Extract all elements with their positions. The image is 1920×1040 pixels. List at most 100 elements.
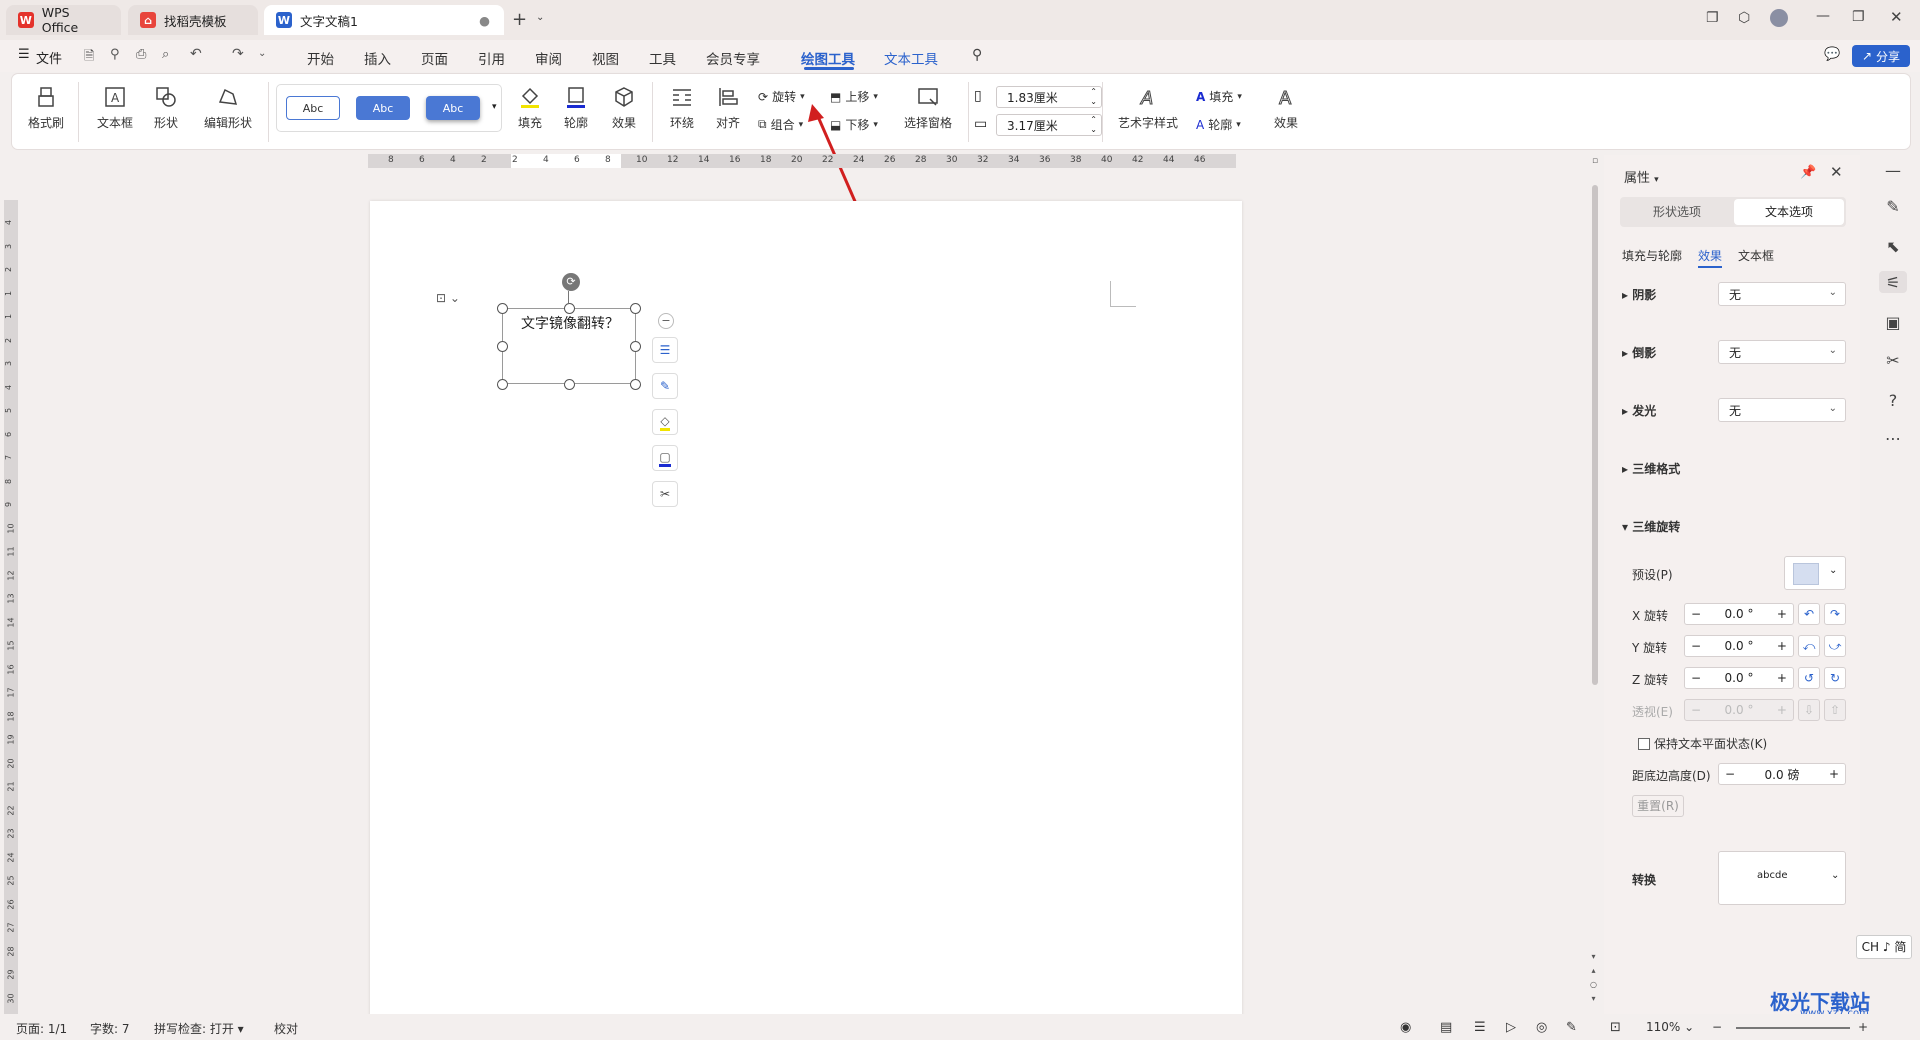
menu-references[interactable]: 引用	[478, 48, 505, 68]
menu-tools[interactable]: 工具	[649, 48, 676, 68]
resize-handle-sw[interactable]	[497, 379, 508, 390]
resize-handle-s[interactable]	[564, 379, 575, 390]
resize-handle-e[interactable]	[630, 341, 641, 352]
format-3d-section[interactable]: ▸ 三维格式	[1622, 460, 1680, 477]
page-count[interactable]: 页面: 1/1	[16, 1020, 67, 1037]
glow-select[interactable]: 无 ⌄	[1718, 398, 1846, 422]
style-sample-outline[interactable]: Abc	[286, 96, 340, 120]
vertical-scrollbar[interactable]	[1592, 185, 1598, 685]
share-button[interactable]: ↗ 分享	[1852, 45, 1910, 67]
float-outline-icon[interactable]: ▢	[652, 445, 678, 471]
gallery-more-icon[interactable]: ▾	[492, 102, 497, 112]
group-button[interactable]: ⧉ 组合 ▾	[758, 116, 803, 133]
tools-icon[interactable]: ✂	[1882, 349, 1904, 371]
pin-icon[interactable]: 📌	[1800, 165, 1816, 180]
annotate-icon[interactable]: ✎	[1566, 1020, 1577, 1035]
wrap-button[interactable]: 环绕	[662, 84, 702, 131]
reset-button[interactable]: 重置(R)	[1632, 795, 1684, 817]
collapse-sidebar-icon[interactable]: —	[1882, 159, 1904, 181]
panel-close-icon[interactable]: ✕	[1830, 163, 1843, 181]
chat-icon[interactable]: 💬	[1824, 47, 1840, 62]
resize-handle-ne[interactable]	[630, 303, 641, 314]
subtab-textbox[interactable]: 文本框	[1738, 247, 1774, 264]
x-rotation-stepper[interactable]: − 0.0 ° +	[1684, 603, 1794, 625]
save-icon[interactable]: 🗎	[84, 47, 94, 69]
outline-button[interactable]: 轮廓	[556, 84, 596, 131]
textbox[interactable]: 文字镜像翻转？	[502, 308, 636, 384]
window-manage-icon[interactable]: ❐	[1706, 10, 1719, 26]
menu-member[interactable]: 会员专享	[706, 48, 760, 68]
y-rotate-down-icon[interactable]: ⤻	[1824, 635, 1846, 657]
z-rotate-cw-icon[interactable]: ↻	[1824, 667, 1846, 689]
distance-stepper[interactable]: −0.0 磅 +	[1718, 763, 1846, 785]
cube-icon[interactable]: ⬡	[1738, 10, 1750, 26]
page-view-icon[interactable]: ▤	[1440, 1020, 1452, 1035]
tab-docer-templates[interactable]: ⌂ 找稻壳模板	[128, 5, 258, 35]
checkbox-box[interactable]	[1638, 737, 1650, 750]
float-tools-icon[interactable]: ✂	[652, 481, 678, 507]
textbox-text[interactable]: 文字镜像翻转？	[503, 313, 637, 333]
tab-list-chevron-icon[interactable]: ⌄	[536, 12, 544, 23]
style-sample-shadow[interactable]: Abc	[426, 96, 480, 120]
pen-icon[interactable]: ✎	[1882, 195, 1904, 217]
style-sample-filled[interactable]: Abc	[356, 96, 410, 120]
edit-shape-button[interactable]: 编辑形状	[196, 84, 260, 131]
keep-text-flat-checkbox[interactable]: 保持文本平面状态(K)	[1638, 735, 1767, 752]
zoom-slider[interactable]	[1736, 1027, 1850, 1029]
panel-title[interactable]: 属性 ▾	[1624, 167, 1659, 186]
play-icon[interactable]: ▷	[1506, 1020, 1516, 1035]
z-rotate-ccw-icon[interactable]: ↺	[1798, 667, 1820, 689]
search-icon[interactable]: ⚲	[972, 47, 982, 63]
menu-page[interactable]: 页面	[421, 48, 448, 68]
format-painter-button[interactable]: 格式刷	[26, 84, 66, 131]
text-effect-button[interactable]: A 效果	[1266, 84, 1306, 131]
reflection-select[interactable]: 无 ⌄	[1718, 340, 1846, 364]
rotation-3d-section[interactable]: ▾ 三维旋转	[1622, 518, 1680, 535]
tab-wps-office[interactable]: W WPS Office	[6, 5, 121, 35]
resize-handle-n[interactable]	[564, 303, 575, 314]
eye-icon[interactable]: ◉	[1400, 1020, 1411, 1035]
float-wrap-icon[interactable]: ☰	[652, 337, 678, 363]
textbox-button[interactable]: A 文本框	[90, 84, 140, 131]
width-input[interactable]: 1.83厘米 ⌃ ⌄	[996, 86, 1102, 108]
file-menu[interactable]: 文件	[36, 48, 62, 67]
spell-check[interactable]: 拼写检查: 打开 ▾	[154, 1020, 244, 1037]
reflection-section[interactable]: ▸ 倒影	[1622, 344, 1656, 361]
page-nav-icons[interactable]: ▾ ▴ ○ ▾	[1590, 950, 1597, 1006]
menu-insert[interactable]: 插入	[364, 48, 391, 68]
z-rotation-stepper[interactable]: −0.0 ° +	[1684, 667, 1794, 689]
x-rotate-right-icon[interactable]: ↷	[1824, 603, 1846, 625]
tab-text-options[interactable]: 文本选项	[1734, 199, 1844, 225]
zoom-level[interactable]: 110% ⌄	[1646, 1020, 1694, 1034]
preset-picker[interactable]: ⌄	[1784, 556, 1846, 590]
height-input[interactable]: 3.17厘米 ⌃ ⌄	[996, 114, 1102, 136]
redo-icon[interactable]: ↷	[232, 46, 244, 62]
resize-handle-se[interactable]	[630, 379, 641, 390]
document-page[interactable]: ⊡ ⌄ 文字镜像翻转？ ⟳ − ☰ ✎ ◇ ▢ ✂	[370, 201, 1242, 1021]
fit-page-icon[interactable]: ⊡	[1610, 1020, 1621, 1035]
close-icon[interactable]: ✕	[1890, 8, 1903, 26]
avatar[interactable]	[1770, 9, 1788, 27]
horizontal-ruler[interactable]: 8 6 4 2 2 4 6 8 10 12 14 16 18 20 22 24 26 28 30 32 34 36 38 40…	[368, 154, 1236, 168]
print-preview-icon[interactable]: ⌕	[162, 47, 169, 62]
transform-select[interactable]: abcde ⌄	[1718, 851, 1846, 905]
y-rotate-up-icon[interactable]: ⤺	[1798, 635, 1820, 657]
proofread[interactable]: 校对	[274, 1020, 298, 1037]
minimize-icon[interactable]: —	[1816, 8, 1830, 24]
hamburger-icon[interactable]: ☰	[18, 47, 30, 62]
select-arrow-icon[interactable]: ⬉	[1882, 235, 1904, 257]
search-doc-icon[interactable]: ⚲	[110, 47, 120, 62]
more-icon[interactable]: ⋯	[1882, 427, 1904, 449]
help-icon[interactable]: ?	[1882, 389, 1904, 411]
image-edit-icon[interactable]: ▣	[1882, 311, 1904, 333]
ime-indicator[interactable]: CH ♪ 简	[1856, 935, 1912, 959]
tab-shape-options[interactable]: 形状选项	[1622, 199, 1732, 225]
fill-button[interactable]: 填充	[510, 84, 550, 131]
collapse-float-icon[interactable]: −	[658, 313, 674, 329]
more-chevron-icon[interactable]: ⌄	[258, 48, 266, 59]
menu-drawing-tools[interactable]: 绘图工具	[801, 48, 855, 68]
menu-review[interactable]: 审阅	[535, 48, 562, 68]
subtab-effects[interactable]: 效果	[1698, 247, 1723, 268]
maximize-icon[interactable]: ❐	[1852, 9, 1865, 25]
text-fill-button[interactable]: A 填充 ▾	[1196, 88, 1242, 105]
